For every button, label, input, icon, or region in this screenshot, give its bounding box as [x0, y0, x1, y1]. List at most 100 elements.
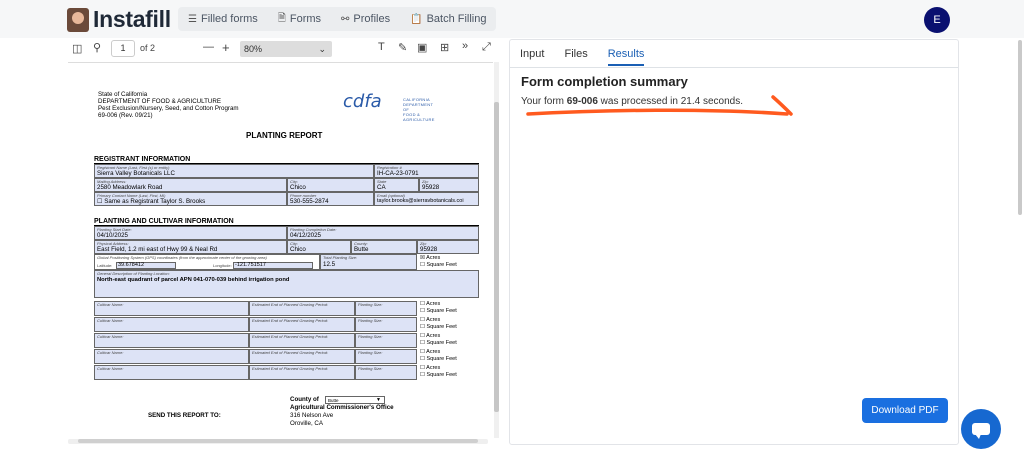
field-value: 39.678412 [118, 262, 144, 268]
office-address: 316 Nelson Ave [290, 412, 334, 419]
zoom-out-icon[interactable]: — [203, 41, 214, 53]
more-tools-icon[interactable]: » [462, 40, 468, 52]
zoom-select[interactable]: 80% ⌄ [240, 41, 332, 57]
save-icon[interactable]: ⊞ [440, 41, 449, 54]
nav-label: Forms [289, 13, 322, 25]
stack-icon: ☰ [188, 13, 197, 25]
sidebar-toggle-icon[interactable]: ◫ [72, 42, 82, 55]
field-value: 04/10/2025 [97, 232, 128, 239]
sqft-checkbox[interactable]: ☐ Square Feet [420, 324, 457, 331]
field-label: Cultivar Name: [97, 334, 124, 339]
app-logo[interactable]: Instafill [67, 6, 171, 33]
sqft-checkbox[interactable]: ☐ Square Feet [420, 308, 457, 315]
checkbox-mark: ☐ [420, 262, 425, 268]
tab-files[interactable]: Files [564, 48, 587, 66]
avatar[interactable]: E [924, 7, 950, 33]
download-pdf-button[interactable]: Download PDF [862, 398, 948, 423]
nav-profiles[interactable]: ⚯ Profiles [331, 7, 400, 31]
field-value: North-east quadrant of parcel APN 041-07… [97, 277, 290, 283]
nav-filled-forms[interactable]: ☰ Filled forms [178, 7, 268, 31]
underline-annotation [526, 95, 793, 116]
acres-checkbox[interactable]: ☐ Acres [420, 317, 440, 324]
field-value: Sierra Valley Botanicals LLC [97, 170, 175, 177]
field-value: 95928 [422, 184, 440, 191]
sqft-checkbox[interactable]: ☐ Square Feet [420, 262, 457, 269]
field-label: Planting Size: [358, 302, 383, 307]
checkbox-mark: ☐ [420, 340, 425, 346]
nav-label: Filled forms [200, 13, 258, 25]
acres-checkbox[interactable]: ☐ Acres [420, 349, 440, 356]
acres-checkbox[interactable]: ☐ Acres [420, 333, 440, 340]
search-icon[interactable]: ⚲ [93, 41, 101, 54]
sqft-checkbox[interactable]: ☐ Square Feet [420, 356, 457, 363]
checkbox-mark: ☐ [420, 308, 425, 314]
checkbox-mark: ☐ [420, 365, 425, 371]
field-label: Longitude: [213, 263, 232, 268]
county-select[interactable]: Butte ▼ [325, 396, 385, 404]
pdf-vertical-scrollbar[interactable] [494, 62, 499, 438]
zoom-in-icon[interactable]: + [222, 40, 230, 55]
tab-input[interactable]: Input [520, 48, 544, 66]
tab-results[interactable]: Results [607, 48, 645, 66]
draw-tool-icon[interactable]: ✎ [398, 41, 407, 54]
checkbox-label: Acres [426, 365, 441, 371]
field-label: Cultivar Name: [97, 366, 124, 371]
agency-line: DEPARTMENT OF FOOD & AGRICULTURE [98, 98, 221, 105]
checkbox-label: Square Feet [426, 372, 457, 378]
cdfa-logo: cdfa CALIFORNIA DEPARTMENT OF FOOD & AGRI… [343, 91, 434, 122]
nav-label: Profiles [353, 13, 391, 25]
field-label: Latitude: [97, 263, 113, 268]
field-label: Planting Size: [358, 334, 383, 339]
field-value: 530-555-2874 [290, 198, 329, 205]
field-label: Cultivar Name: [97, 318, 124, 323]
scrollbar-thumb[interactable] [78, 439, 478, 443]
field-value: Chico [290, 246, 306, 253]
nav-forms[interactable]: 🗎 Forms [268, 7, 331, 31]
acres-checkbox[interactable]: ☐ Acres [420, 365, 440, 372]
report-title: PLANTING REPORT [246, 131, 323, 140]
chevron-down-icon: ⌄ [318, 44, 326, 54]
acres-checkbox[interactable]: ☒ Acres [420, 255, 440, 262]
field-label: Global Positioning System (GPS) coordina… [97, 255, 267, 260]
checkbox-label: Acres [426, 317, 441, 323]
checkbox-label: Acres [426, 333, 441, 339]
checkbox-label: Square Feet [426, 324, 457, 330]
app-name: Instafill [93, 6, 171, 32]
cdfa-logo-sub: CALIFORNIA DEPARTMENT OF FOOD & AGRICULTU… [403, 97, 435, 122]
county-select-value: Butte [328, 398, 339, 403]
agency-line: Pest Exclusion/Nursery, Seed, and Cotton… [98, 105, 239, 112]
checkbox-mark: ☐ [420, 372, 425, 378]
pdf-horizontal-scrollbar[interactable] [68, 439, 488, 444]
text-tool-icon[interactable]: T [378, 41, 385, 53]
sqft-checkbox[interactable]: ☐ Square Feet [420, 340, 457, 347]
checkbox-label: Acres [426, 255, 441, 261]
acres-checkbox[interactable]: ☐ Acres [420, 301, 440, 308]
checkbox-mark: ☐ [420, 317, 425, 323]
checkbox-mark: ☐ [420, 324, 425, 330]
nav-batch-filling[interactable]: 📋 Batch Filling [400, 7, 496, 31]
field-value: -121.751517 [235, 262, 266, 268]
field-value: 2580 Meadowlark Road [97, 184, 163, 191]
page-count: of 2 [140, 43, 156, 53]
fullscreen-icon[interactable]: ⤢ [482, 41, 491, 54]
field-label: Total Planting Size: [323, 255, 358, 260]
field-label: General Description of Planting Location… [97, 271, 170, 276]
cdfa-logo-text: cdfa [343, 91, 382, 112]
logo-sub-line: CALIFORNIA DEPARTMENT OF [403, 97, 434, 112]
field-label: Estimated End of Planned Growing Period: [252, 366, 329, 371]
sqft-checkbox[interactable]: ☐ Square Feet [420, 372, 457, 379]
summary-title: Form completion summary [521, 74, 688, 89]
field-label: Estimated End of Planned Growing Period: [252, 334, 329, 339]
chat-button[interactable] [961, 409, 1001, 449]
page-number-input[interactable]: 1 [111, 40, 135, 57]
agency-line: State of California [98, 91, 148, 98]
image-tool-icon[interactable]: ▣ [417, 41, 427, 54]
field-value: Butte [354, 246, 369, 253]
field-label: Planting Size: [358, 366, 383, 371]
field-label: Planting Size: [358, 318, 383, 323]
page-scrollbar[interactable] [1018, 40, 1022, 215]
nav-label: Batch Filling [426, 13, 487, 25]
scrollbar-thumb[interactable] [494, 102, 499, 412]
field-label: Cultivar Name: [97, 350, 124, 355]
checkbox-label: Square Feet [426, 262, 457, 268]
